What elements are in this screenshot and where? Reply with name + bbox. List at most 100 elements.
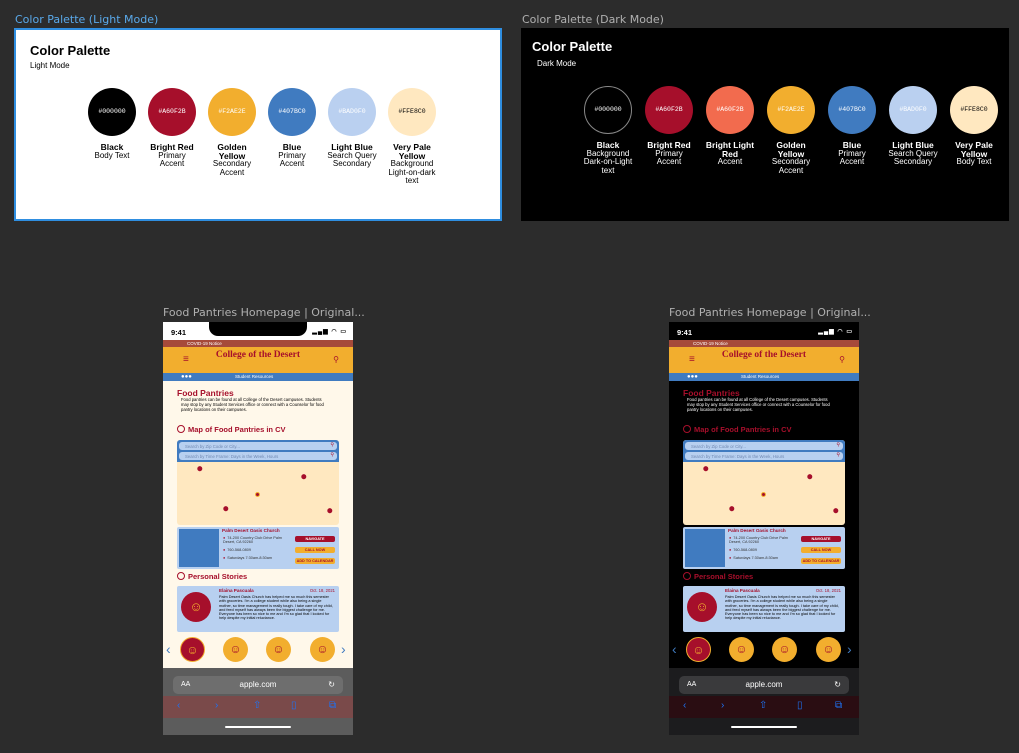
dark-palette-frame[interactable]: Color Palette Dark Mode #000000 Black Back… <box>521 28 1009 221</box>
search-icon[interactable]: ⚲ <box>836 452 840 458</box>
color-swatch: #A60F2B Bright Red Primary Accent <box>146 88 198 169</box>
zip-search-input[interactable]: Search by Zip Code or City... ⚲ <box>179 442 337 450</box>
college-logo[interactable]: College of the Desert <box>207 350 309 361</box>
reader-options-button[interactable]: AA <box>687 676 696 694</box>
url-text[interactable]: apple.com <box>746 680 783 689</box>
search-icon[interactable]: ⚲ <box>333 355 339 364</box>
pantry-title[interactable]: Palm Desert Oasis Church <box>222 528 280 533</box>
intro-text: Food pantries can be found at all Colleg… <box>181 397 324 412</box>
covid-notice-link[interactable]: COVID-19 Notice <box>669 340 859 347</box>
carousel-next-arrow[interactable]: › <box>847 641 852 657</box>
notch <box>715 322 813 336</box>
pantry-hours-text: Saturdays 7:30am-8:30am <box>227 556 273 560</box>
pantry-phone[interactable]: ● 760-568-0809 <box>223 548 251 552</box>
reader-options-button[interactable]: AA <box>181 676 190 694</box>
time-search-input[interactable]: Search by Time Frame: Days in the Week, … <box>685 452 843 460</box>
map-title-text: Map of Food Pantries in CV <box>694 425 792 434</box>
carousel-avatar-icon[interactable]: ☺ <box>223 637 248 662</box>
address-bar[interactable]: AA apple.com ↻ <box>679 676 849 694</box>
student-resources-nav[interactable]: ●●● Student Resources <box>669 373 859 381</box>
reload-icon[interactable]: ↻ <box>834 676 841 694</box>
pantry-card[interactable]: Palm Desert Oasis Church ● 74-200 Country … <box>177 527 339 569</box>
carousel-next-arrow[interactable]: › <box>341 641 346 657</box>
reload-icon[interactable]: ↻ <box>328 676 335 694</box>
swatch-role: Secondary Accent <box>212 159 252 177</box>
call-now-button[interactable]: CALL NOW <box>801 547 841 553</box>
address-bar[interactable]: AA apple.com ↻ <box>173 676 343 694</box>
college-logo[interactable]: College of the Desert <box>713 350 815 361</box>
search-icon[interactable]: ⚲ <box>330 442 334 448</box>
food-pantry-map[interactable]: Search by Zip Code or City... ⚲ Search by … <box>683 440 845 525</box>
pantry-title[interactable]: Palm Desert Oasis Church <box>728 528 786 533</box>
search-icon[interactable]: ⚲ <box>330 452 334 458</box>
person-icon <box>177 572 185 580</box>
more-dots-icon[interactable]: ●●● <box>181 373 192 381</box>
nav-label[interactable]: Student Resources <box>741 373 779 381</box>
food-pantry-map[interactable]: Search by Zip Code or City... ⚲ Search by … <box>177 440 339 525</box>
map-pin-icon[interactable]: ⬤ <box>703 466 709 472</box>
carousel-avatar-icon[interactable]: ☺ <box>816 637 841 662</box>
forward-icon[interactable]: › <box>215 700 218 711</box>
map-pin-icon[interactable]: ⬤ <box>729 506 735 512</box>
map-section-title: Map of Food Pantries in CV <box>683 425 792 434</box>
carousel-avatar-icon[interactable]: ☺ <box>772 637 797 662</box>
map-pin-icon[interactable]: ⬤ <box>197 466 203 472</box>
url-text[interactable]: apple.com <box>240 680 277 689</box>
navigate-button[interactable]: NAVIGATE <box>295 536 335 542</box>
frame-label-light-palette[interactable]: Color Palette (Light Mode) <box>15 13 158 26</box>
light-palette-frame[interactable]: Color Palette Light Mode #000000 Black Bod… <box>14 28 502 221</box>
swatch-role: Search Query Secondary <box>327 150 377 168</box>
frame-label-phone-dark[interactable]: Food Pantries Homepage | Original... <box>669 306 871 319</box>
carousel-avatar-icon[interactable]: ☺ <box>266 637 291 662</box>
search-icon[interactable]: ⚲ <box>836 442 840 448</box>
zip-search-input[interactable]: Search by Zip Code or City... ⚲ <box>685 442 843 450</box>
story-text: Palm Desert Oasis Church has helped me s… <box>725 595 839 621</box>
share-icon[interactable]: ⇧ <box>253 700 261 711</box>
map-pin-icon[interactable]: ⬤ <box>807 474 813 480</box>
nav-label[interactable]: Student Resources <box>235 373 273 381</box>
add-to-calendar-button[interactable]: ADD TO CALENDAR <box>295 558 335 564</box>
swatch-circle: #000000 <box>88 88 136 136</box>
swatch-name: Bright Light Red <box>705 140 755 159</box>
carousel-avatar-icon[interactable]: ☺ <box>310 637 335 662</box>
phone-dark-mockup[interactable]: 9:41 ▂▄▆ ◠ ▭ COVID-19 Notice ≡ College of th… <box>669 322 859 735</box>
story-card[interactable]: ☺ Elaina Pascuala Oct. 18, 2021 Palm Desert… <box>177 586 339 632</box>
story-card[interactable]: ☺ Elaina Pascuala Oct. 18, 2021 Palm Desert… <box>683 586 845 632</box>
hamburger-menu-icon[interactable]: ≡ <box>689 355 695 365</box>
forward-icon[interactable]: › <box>721 700 724 711</box>
frame-label-phone-light[interactable]: Food Pantries Homepage | Original... <box>163 306 365 319</box>
student-resources-nav[interactable]: ●●● Student Resources <box>163 373 353 381</box>
back-icon[interactable]: ‹ <box>177 700 180 711</box>
phone-light-mockup[interactable]: 9:41 ▂▄▆ ◠ ▭ COVID-19 Notice ≡ College of th… <box>163 322 353 735</box>
carousel-avatar-active-icon[interactable]: ☺ <box>180 637 205 662</box>
covid-notice-link[interactable]: COVID-19 Notice <box>163 340 353 347</box>
map-section-title: Map of Food Pantries in CV <box>177 425 286 434</box>
add-to-calendar-button[interactable]: ADD TO CALENDAR <box>801 558 841 564</box>
carousel-avatar-active-icon[interactable]: ☺ <box>686 637 711 662</box>
bookmarks-icon[interactable]: ▯ <box>291 700 297 711</box>
tabs-icon[interactable]: ⧉ <box>835 700 842 711</box>
bookmarks-icon[interactable]: ▯ <box>797 700 803 711</box>
search-icon[interactable]: ⚲ <box>839 355 845 364</box>
zip-search-placeholder: Search by Zip Code or City... <box>185 443 240 449</box>
call-now-button[interactable]: CALL NOW <box>295 547 335 553</box>
more-dots-icon[interactable]: ●●● <box>687 373 698 381</box>
home-indicator <box>731 726 797 728</box>
swatch-role: Body Text <box>956 157 992 166</box>
navigate-button[interactable]: NAVIGATE <box>801 536 841 542</box>
share-icon[interactable]: ⇧ <box>759 700 767 711</box>
carousel-prev-arrow[interactable]: ‹ <box>672 641 677 657</box>
carousel-avatar-icon[interactable]: ☺ <box>729 637 754 662</box>
map-pin-icon[interactable]: ⬤ <box>223 506 229 512</box>
time-search-input[interactable]: Search by Time Frame: Days in the Week, … <box>179 452 337 460</box>
map-pin-icon[interactable]: ⬤ <box>301 474 307 480</box>
map-pin-icon[interactable]: ⬤ <box>327 508 333 514</box>
carousel-prev-arrow[interactable]: ‹ <box>166 641 171 657</box>
map-pin-icon[interactable]: ⬤ <box>833 508 839 514</box>
pantry-phone[interactable]: ● 760-568-0809 <box>729 548 757 552</box>
hamburger-menu-icon[interactable]: ≡ <box>183 355 189 365</box>
tabs-icon[interactable]: ⧉ <box>329 700 336 711</box>
pantry-card[interactable]: Palm Desert Oasis Church ● 74-200 Country … <box>683 527 845 569</box>
back-icon[interactable]: ‹ <box>683 700 686 711</box>
frame-label-dark-palette[interactable]: Color Palette (Dark Mode) <box>522 13 664 26</box>
